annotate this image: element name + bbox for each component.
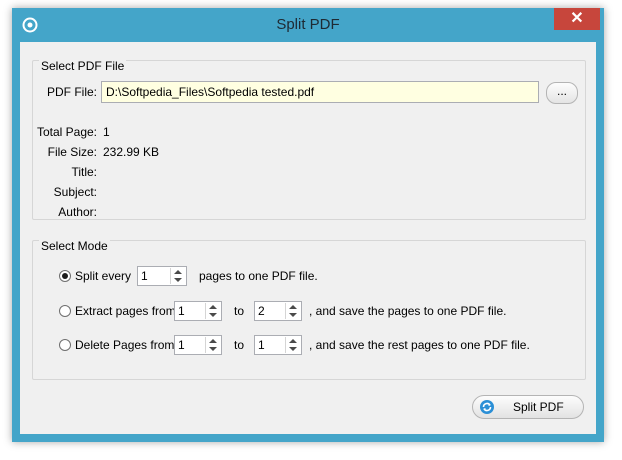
spin-up-icon[interactable]: [209, 305, 217, 309]
extract-to-value: 2: [258, 304, 265, 318]
delete-from-value: 1: [178, 338, 185, 352]
total-page-value: 1: [103, 125, 110, 139]
delete-from-spinner[interactable]: 1: [174, 335, 222, 355]
title-bar[interactable]: Split PDF ✕: [12, 8, 604, 42]
file-size-value: 232.99 KB: [103, 145, 160, 159]
spinner-arrows[interactable]: [285, 337, 300, 353]
refresh-icon: [480, 400, 494, 414]
file-size-label: File Size:: [47, 145, 97, 159]
split-every-label: Split every: [75, 269, 132, 283]
spinner-arrows[interactable]: [170, 268, 185, 284]
browse-button[interactable]: ...: [546, 82, 578, 104]
spinner-arrows[interactable]: [285, 303, 300, 319]
split-pdf-button[interactable]: Split PDF: [472, 395, 584, 419]
title-label: Title:: [71, 165, 97, 179]
split-every-spinner[interactable]: 1: [137, 266, 187, 286]
spin-down-icon[interactable]: [289, 347, 297, 351]
pdf-file-input[interactable]: [101, 81, 539, 103]
total-page-label: Total Page:: [36, 125, 97, 139]
app-window: Split PDF ✕ Select PDF File PDF File: ..…: [12, 8, 604, 442]
client-area: Select PDF File PDF File: ... Total Page…: [20, 42, 596, 434]
spin-down-icon[interactable]: [209, 313, 217, 317]
delete-suffix: , and save the rest pages to one PDF fil…: [309, 338, 530, 352]
spin-up-icon[interactable]: [289, 305, 297, 309]
spin-up-icon[interactable]: [209, 339, 217, 343]
group-label-select-mode: Select Mode: [39, 239, 110, 253]
split-pdf-label: Split PDF: [513, 400, 564, 414]
extract-to-label: to: [234, 304, 245, 318]
extract-from-spinner[interactable]: 1: [174, 301, 222, 321]
subject-label: Subject:: [53, 185, 97, 199]
spinner-arrows[interactable]: [205, 337, 220, 353]
extract-to-spinner[interactable]: 2: [254, 301, 302, 321]
spin-up-icon[interactable]: [174, 270, 182, 274]
select-pdf-file-group: Select PDF File PDF File: ... Total Page…: [32, 59, 586, 220]
delete-to-value: 1: [258, 338, 265, 352]
extract-pages-label: Extract pages from: [75, 304, 176, 318]
author-label: Author:: [58, 205, 97, 219]
select-mode-group: Select Mode Split every 1 pages to one P…: [32, 239, 586, 380]
delete-pages-radio[interactable]: [59, 339, 71, 351]
window-title: Split PDF: [276, 16, 340, 33]
delete-to-spinner[interactable]: 1: [254, 335, 302, 355]
extract-from-value: 1: [178, 304, 185, 318]
split-every-radio[interactable]: [59, 270, 71, 282]
split-every-value: 1: [141, 269, 148, 283]
split-every-suffix: pages to one PDF file.: [199, 269, 318, 283]
spin-up-icon[interactable]: [289, 339, 297, 343]
spinner-arrows[interactable]: [205, 303, 220, 319]
extract-pages-radio[interactable]: [59, 305, 71, 317]
spin-down-icon[interactable]: [289, 313, 297, 317]
extract-suffix: , and save the pages to one PDF file.: [309, 304, 507, 318]
delete-to-label: to: [234, 338, 245, 352]
group-label-select-file: Select PDF File: [39, 59, 127, 73]
pdf-file-label: PDF File:: [46, 85, 97, 99]
spin-down-icon[interactable]: [209, 347, 217, 351]
spin-down-icon[interactable]: [174, 278, 182, 282]
close-button[interactable]: ✕: [554, 8, 600, 30]
delete-pages-label: Delete Pages from: [75, 338, 175, 352]
